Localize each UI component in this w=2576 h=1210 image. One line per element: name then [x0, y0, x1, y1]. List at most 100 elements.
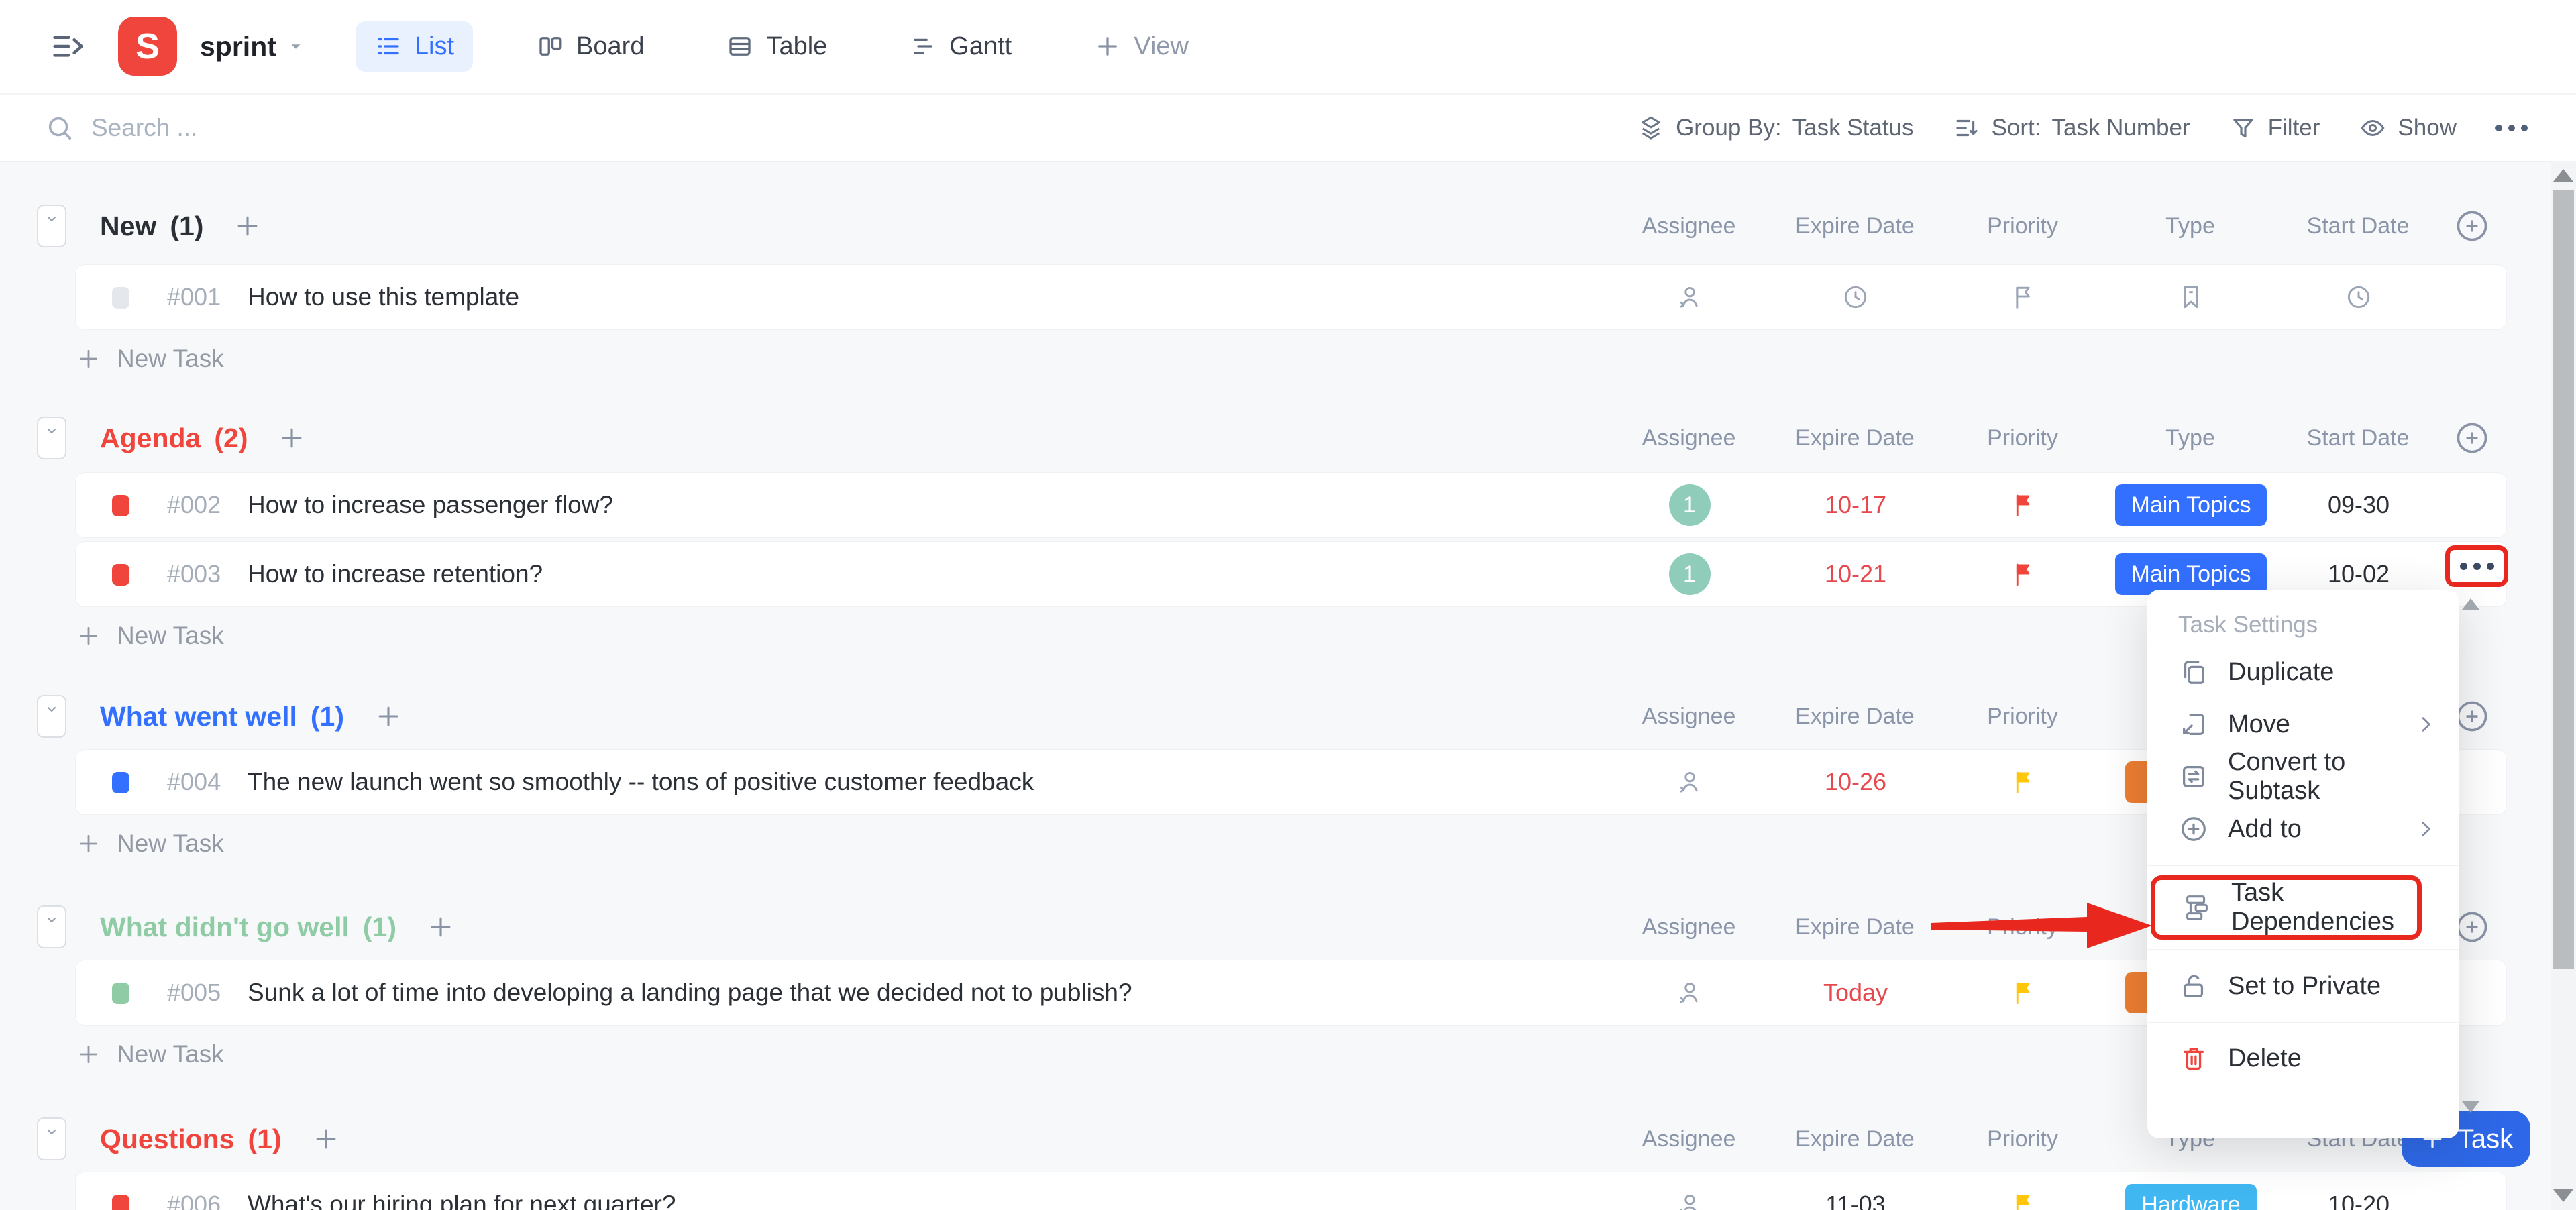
assignee-placeholder-icon[interactable] — [1675, 978, 1705, 1007]
expire-date[interactable]: 11-03 — [1825, 1191, 1885, 1210]
add-task-icon[interactable] — [233, 211, 262, 241]
new-task-button[interactable]: New Task — [75, 341, 343, 377]
add-task-icon[interactable] — [277, 423, 307, 453]
menu-item-task-dependencies[interactable]: Task Dependencies — [2155, 879, 2417, 936]
task-row[interactable]: #006 What's our hiring plan for next qua… — [75, 1172, 2507, 1210]
add-column-icon[interactable] — [2453, 207, 2491, 245]
add-column-icon[interactable] — [2453, 419, 2491, 457]
add-task-icon[interactable] — [311, 1124, 341, 1154]
menu-item-add-to[interactable]: Add to — [2147, 803, 2459, 855]
group-count: (2) — [214, 422, 248, 453]
status-bullet[interactable] — [112, 564, 129, 586]
new-task-button[interactable]: New Task — [75, 826, 343, 862]
start-date[interactable]: 10-02 — [2328, 560, 2390, 588]
assignee-placeholder-icon[interactable] — [1675, 767, 1705, 797]
expire-date[interactable]: 10-26 — [1825, 768, 1886, 796]
assignee-avatar[interactable]: 1 — [1668, 553, 1711, 595]
duplicate-icon — [2184, 661, 2205, 684]
status-bullet[interactable] — [112, 772, 129, 793]
menu-scroll-up-icon[interactable] — [2462, 598, 2479, 610]
plus-icon — [1098, 37, 1118, 56]
start-date[interactable]: 10-20 — [2328, 1191, 2390, 1210]
collapse-group-icon[interactable] — [37, 205, 66, 248]
sidebar-toggle-icon[interactable] — [48, 27, 87, 66]
priority-flag-icon[interactable] — [2009, 979, 2037, 1007]
task-title[interactable]: Sunk a lot of time into developing a lan… — [248, 979, 1132, 1007]
expire-date[interactable]: 10-21 — [1825, 560, 1886, 588]
collapse-group-icon[interactable] — [37, 695, 66, 738]
menu-scroll-down-icon[interactable] — [2462, 1101, 2479, 1113]
filter-label: Filter — [2267, 115, 2320, 141]
priority-flag-icon[interactable] — [2009, 1191, 2037, 1210]
assignee-placeholder-icon[interactable] — [1675, 1190, 1705, 1210]
new-task-button[interactable]: New Task — [75, 1036, 343, 1072]
status-bullet[interactable] — [112, 287, 129, 309]
group-by-control[interactable]: Group By: Task Status — [1637, 114, 1914, 142]
menu-item-convert-to-subtask[interactable]: Convert to Subtask — [2147, 748, 2459, 805]
more-options-icon[interactable] — [2496, 125, 2528, 131]
priority-flag-icon[interactable] — [2009, 560, 2037, 588]
collapse-group-icon[interactable] — [37, 417, 66, 459]
assignee-avatar[interactable]: 1 — [1668, 484, 1711, 526]
start-date-placeholder-icon[interactable] — [2344, 282, 2373, 312]
start-date[interactable]: 09-30 — [2328, 491, 2390, 519]
task-row[interactable]: #001 How to use this template — [75, 264, 2507, 330]
task-title[interactable]: The new launch went so smoothly -- tons … — [248, 768, 1034, 796]
task-title[interactable]: How to increase passenger flow? — [248, 491, 613, 519]
add-task-icon[interactable] — [426, 912, 455, 942]
collapse-group-icon[interactable] — [37, 905, 66, 948]
task-row[interactable]: #003 How to increase retention? 1 10-21 … — [75, 541, 2507, 607]
scroll-up-icon[interactable] — [2553, 169, 2573, 182]
type-badge[interactable]: Main Topics — [2114, 553, 2267, 595]
scrollbar-thumb[interactable] — [2553, 190, 2574, 969]
task-title[interactable]: How to increase retention? — [248, 560, 543, 588]
column-header-priority: Priority — [1987, 213, 2058, 239]
plus-icon — [79, 349, 98, 368]
tab-board[interactable]: Board — [517, 21, 663, 72]
new-task-button[interactable]: New Task — [75, 618, 343, 654]
task-row[interactable]: #004 The new launch went so smoothly -- … — [75, 749, 2507, 815]
task-row[interactable]: #002 How to increase passenger flow? 1 1… — [75, 472, 2507, 538]
status-bullet[interactable] — [112, 495, 129, 516]
task-title[interactable]: What's our hiring plan for next quarter? — [248, 1191, 676, 1210]
expire-date-placeholder-icon[interactable] — [1841, 282, 1870, 312]
collapse-group-icon[interactable] — [37, 1117, 66, 1160]
menu-item-set-to-private[interactable]: Set to Private — [2147, 960, 2459, 1012]
show-control[interactable]: Show — [2359, 114, 2457, 142]
move-icon — [2182, 713, 2205, 736]
workspace-logo[interactable]: S — [118, 17, 177, 76]
assignee-placeholder-icon[interactable] — [1675, 282, 1705, 312]
tab-list[interactable]: List — [355, 21, 474, 72]
status-bullet[interactable] — [112, 1195, 129, 1210]
row-more-options-button[interactable] — [2445, 545, 2508, 587]
filter-control[interactable]: Filter — [2229, 114, 2320, 142]
group-by-label: Group By: — [1676, 115, 1782, 141]
menu-item-move[interactable]: Move — [2147, 698, 2459, 751]
menu-item-duplicate[interactable]: Duplicate — [2147, 646, 2459, 698]
menu-item-delete[interactable]: Delete — [2147, 1032, 2459, 1085]
status-bullet[interactable] — [112, 983, 129, 1004]
task-row[interactable]: #005 Sunk a lot of time into developing … — [75, 960, 2507, 1026]
priority-flag-icon[interactable] — [2009, 491, 2037, 519]
add-task-icon[interactable] — [374, 702, 403, 731]
show-label: Show — [2398, 115, 2457, 141]
scroll-down-icon[interactable] — [2553, 1189, 2573, 1202]
sort-control[interactable]: Sort: Task Number — [1953, 114, 2190, 142]
type-badge[interactable]: Main Topics — [2114, 484, 2267, 526]
tab-gantt[interactable]: Gantt — [890, 21, 1030, 72]
add-view-button[interactable]: View — [1075, 21, 1208, 72]
priority-placeholder-icon[interactable] — [2008, 282, 2038, 312]
task-title[interactable]: How to use this template — [248, 283, 519, 311]
search-input[interactable] — [91, 114, 1097, 142]
view-tabs: List Board Table Gantt View — [355, 21, 1208, 72]
tab-table[interactable]: Table — [707, 21, 846, 72]
task-dependencies-icon — [2186, 895, 2208, 920]
title-caret-icon[interactable] — [287, 38, 305, 55]
priority-flag-icon[interactable] — [2009, 768, 2037, 796]
expire-date[interactable]: Today — [1823, 979, 1888, 1007]
type-placeholder-icon[interactable] — [2176, 282, 2206, 312]
type-badge[interactable]: Hardware — [2125, 1184, 2257, 1210]
gantt-icon — [914, 38, 933, 54]
vertical-scrollbar[interactable] — [2551, 161, 2576, 1210]
expire-date[interactable]: 10-17 — [1825, 491, 1886, 519]
